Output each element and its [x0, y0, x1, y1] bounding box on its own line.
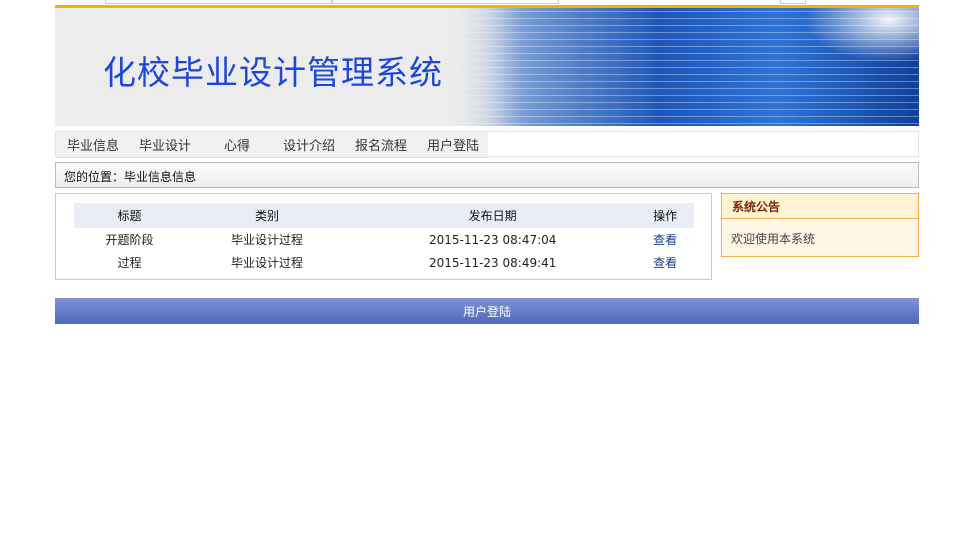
- banner-graphic: [449, 8, 919, 126]
- row-title: 开题阶段: [105, 233, 154, 247]
- nav-item-experience[interactable]: 心得: [224, 135, 250, 154]
- row-category: 毕业设计过程: [231, 256, 304, 270]
- browser-top-strip: [0, 0, 957, 4]
- info-table: 标题 类别 发布日期 操作 开题阶段 毕业设计过程 2015-11-23 08:…: [74, 203, 694, 274]
- content-panel: 标题 类别 发布日期 操作 开题阶段 毕业设计过程 2015-11-23 08:…: [55, 193, 712, 280]
- table-row: 开题阶段 毕业设计过程 2015-11-23 08:47:04 查看: [74, 228, 694, 251]
- col-category-header: 类别: [184, 203, 350, 228]
- nav-item-user-login[interactable]: 用户登陆: [427, 135, 479, 154]
- nav-item-design-intro[interactable]: 设计介绍: [283, 135, 335, 154]
- breadcrumb: 您的位置：毕业信息信息: [55, 162, 919, 188]
- notice-header: 系统公告: [722, 194, 918, 219]
- nav-item-graduation-info[interactable]: 毕业信息: [67, 135, 119, 154]
- main-nav: 毕业信息 毕业设计 心得 设计介绍 报名流程 用户登陆: [55, 131, 919, 158]
- col-date-header: 发布日期: [349, 203, 637, 228]
- nav-item-graduation-design[interactable]: 毕业设计: [139, 135, 191, 154]
- table-header-row: 标题 类别 发布日期 操作: [74, 203, 694, 228]
- view-link[interactable]: 查看: [653, 256, 677, 270]
- col-action-header: 操作: [636, 203, 694, 228]
- notice-title: 系统公告: [732, 200, 781, 214]
- system-notice-panel: 系统公告 欢迎使用本系统: [721, 193, 919, 257]
- row-title: 过程: [117, 256, 142, 270]
- breadcrumb-text: 您的位置：毕业信息信息: [64, 170, 197, 184]
- row-category: 毕业设计过程: [231, 233, 304, 247]
- table-row: 过程 毕业设计过程 2015-11-23 08:49:41 查看: [74, 251, 694, 274]
- notice-body: 欢迎使用本系统: [731, 232, 816, 246]
- col-title-header: 标题: [74, 203, 185, 228]
- nav-item-registration-process[interactable]: 报名流程: [355, 135, 407, 154]
- row-date: 2015-11-23 08:47:04: [428, 232, 557, 247]
- site-title: 化校毕业设计管理系统: [103, 53, 443, 92]
- footer-bar: 用户登陆: [55, 298, 919, 324]
- footer-login-link[interactable]: 用户登陆: [55, 303, 919, 320]
- header-banner: 化校毕业设计管理系统: [55, 5, 919, 126]
- row-date: 2015-11-23 08:49:41: [428, 255, 557, 270]
- nav-bar: 毕业信息 毕业设计 心得 设计介绍 报名流程 用户登陆: [56, 132, 488, 158]
- view-link[interactable]: 查看: [653, 233, 677, 247]
